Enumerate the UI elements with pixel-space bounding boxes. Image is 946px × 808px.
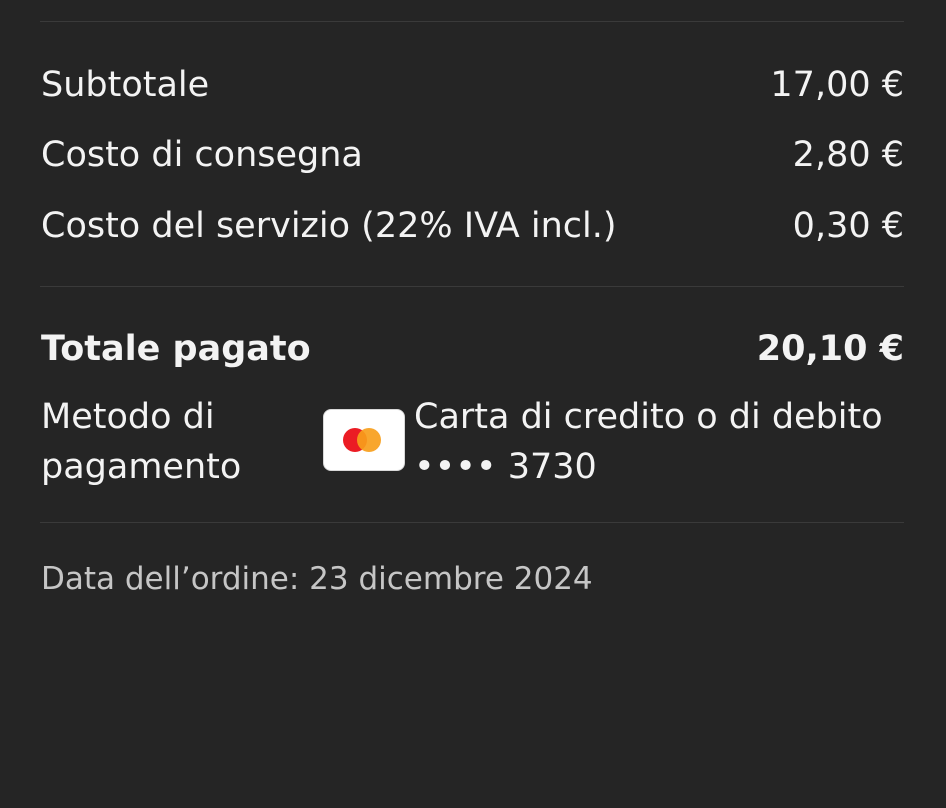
- total-paid-value: 20,10 €: [756, 329, 904, 369]
- delivery-cost-row: Costo di consegna 2,80 €: [41, 133, 904, 177]
- payment-method-label-line1: Metodo di: [41, 397, 215, 437]
- summary-divider: [40, 286, 904, 287]
- delivery-cost-value: 2,80 €: [792, 135, 904, 175]
- service-cost-row: Costo del servizio (22% IVA incl.) 0,30 …: [41, 204, 904, 248]
- delivery-cost-label: Costo di consegna: [41, 135, 363, 175]
- total-paid-row: Totale pagato 20,10 €: [41, 327, 904, 371]
- payment-method-row: Metodo di pagamento Carta di credito o d…: [41, 392, 904, 492]
- payment-method-name: Carta di credito o di debito: [414, 397, 883, 437]
- subtotal-label: Subtotale: [41, 65, 210, 105]
- payment-method-label: Metodo di pagamento: [41, 392, 291, 492]
- subtotal-row: Subtotale 17,00 €: [41, 63, 904, 107]
- payment-divider: [40, 522, 904, 523]
- service-cost-label: Costo del servizio (22% IVA incl.): [41, 206, 617, 246]
- mastercard-orange-circle: [357, 428, 381, 452]
- mastercard-icon: [323, 409, 405, 471]
- service-cost-value: 0,30 €: [792, 206, 904, 246]
- subtotal-value: 17,00 €: [770, 65, 904, 105]
- payment-method-label-line2: pagamento: [41, 447, 242, 487]
- top-divider: [40, 21, 904, 22]
- order-date: Data dell’ordine: 23 dicembre 2024: [41, 561, 593, 597]
- payment-method-details: Carta di credito o di debito •••• 3730: [414, 392, 883, 492]
- total-paid-label: Totale pagato: [41, 329, 311, 369]
- card-number: •••• 3730: [414, 447, 597, 487]
